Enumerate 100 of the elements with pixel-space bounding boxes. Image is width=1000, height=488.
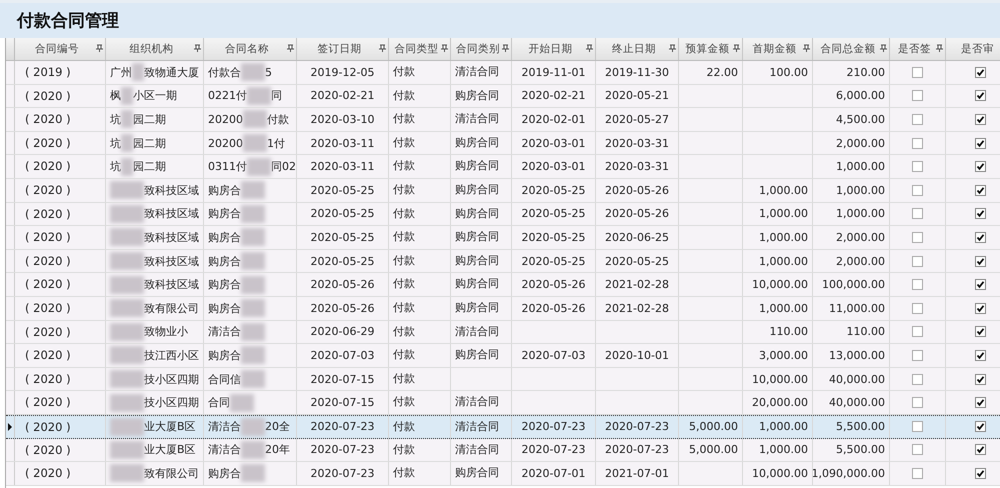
- checkbox[interactable]: [912, 161, 923, 172]
- pin-icon[interactable]: [669, 44, 676, 52]
- table-cell: 2020-07-03: [297, 344, 389, 367]
- table-row[interactable]: ( 2020 ) 枫 小区一期 0221付 同 2020-02-21 付款 购房合同 2020-02-21 2020-05-21 6,000.00: [6, 84, 1000, 108]
- checkbox[interactable]: [912, 256, 923, 267]
- checkbox[interactable]: [975, 444, 986, 456]
- column-header[interactable]: 合同总金额: [813, 38, 890, 60]
- table-row[interactable]: ( 2020 ) 致科技区域 购房合 2020-05-25 付款 购房合同 2020-05-25 2020-06-25 1,000.00 2,000.00: [6, 226, 1000, 250]
- table-row[interactable]: ( 2020 ) 致科技区域 购房合 2020-05-25 付款 购房合同 2020-05-25 2020-05-26 1,000.00 1,000.00: [6, 178, 1000, 203]
- table-cell: 5,500.00: [813, 438, 890, 462]
- column-header[interactable]: 是否审: [946, 38, 1000, 60]
- blurred-text: [247, 86, 271, 105]
- column-header[interactable]: 预算金额: [679, 38, 743, 60]
- checkbox[interactable]: [912, 279, 923, 290]
- table-cell: 2020-05-26: [596, 202, 679, 226]
- table-row[interactable]: ( 2020 ) 坑 园二期 20200 付款 2020-03-10 付款 清洁合同 2020-02-01 2020-05-27 4,500.00: [6, 108, 1000, 132]
- table-row[interactable]: ( 2020 ) 致有限公司 购房合 2020-05-26 付款 购房合同 2020-05-26 2021-02-28 1,000.00 11,000.00: [6, 296, 1000, 321]
- checkbox[interactable]: [912, 350, 923, 361]
- checkbox[interactable]: [912, 326, 923, 338]
- column-header[interactable]: 签订日期: [297, 38, 389, 60]
- table-row[interactable]: ( 2020 ) 技江西小区 购房合 2020-07-03 付款 购房合同 2020-07-03 2020-10-01 3,000.00 13,000.00: [6, 344, 1000, 368]
- checkbox[interactable]: [975, 374, 986, 385]
- checkbox[interactable]: [975, 161, 986, 172]
- blurred-text: [121, 158, 133, 176]
- table-cell: 2020-07-15: [297, 391, 389, 414]
- table-cell: 购房合同: [451, 202, 512, 226]
- table-cell: 购房合同: [451, 155, 512, 178]
- checkbox[interactable]: [912, 302, 923, 314]
- checkbox[interactable]: [912, 184, 923, 196]
- checkbox[interactable]: [912, 66, 923, 78]
- checkbox[interactable]: [912, 232, 923, 243]
- table-row[interactable]: ( 2020 ) 坑 园二期 0311付 同02 2020-03-11 付款 购房合同 2020-03-01 2020-03-31 1,000.00: [6, 155, 1000, 179]
- table-cell: ( 2020 ): [15, 416, 106, 438]
- pin-icon[interactable]: [586, 44, 593, 52]
- checkbox[interactable]: [912, 421, 923, 432]
- checkbox[interactable]: [912, 114, 923, 125]
- column-header[interactable]: 合同编号: [15, 38, 106, 60]
- checkbox[interactable]: [975, 232, 986, 243]
- checkbox[interactable]: [975, 468, 986, 479]
- checkbox[interactable]: [975, 256, 986, 267]
- checkbox[interactable]: [912, 444, 923, 456]
- checkbox[interactable]: [975, 397, 986, 408]
- pin-icon[interactable]: [502, 44, 509, 52]
- checkbox[interactable]: [912, 374, 923, 385]
- pin-icon[interactable]: [880, 44, 887, 52]
- pin-icon[interactable]: [287, 44, 294, 52]
- pin-icon[interactable]: [379, 44, 386, 52]
- table-cell: 2020-05-25: [512, 250, 596, 272]
- table-cell: 210.00: [813, 61, 890, 84]
- checkbox[interactable]: [912, 468, 923, 479]
- column-header[interactable]: 合同名称: [204, 38, 297, 60]
- table-row[interactable]: ( 2020 ) 技小区四期 合同 2020-07-15 付款 清洁合同 20,000.00 40,000.00: [6, 391, 1000, 415]
- pin-icon[interactable]: [936, 44, 943, 52]
- checkbox[interactable]: [975, 208, 986, 220]
- table-row[interactable]: ( 2020 ) 致有限公司 购房合 2020-07-23 付款 购房合同 2020-07-01 2021-07-01 10,000.00 1,090,000.00: [6, 462, 1000, 486]
- checkbox[interactable]: [975, 302, 986, 314]
- blurred-text: [110, 418, 144, 436]
- checkbox[interactable]: [975, 326, 986, 338]
- table-cell: 2020-05-25: [512, 178, 596, 202]
- table-cell: 购房合同: [451, 250, 512, 272]
- table-cell: 购房合同: [451, 462, 512, 485]
- table-row[interactable]: ( 2020 ) 业大厦B区 清洁合 20年 2020-07-23 付款 清洁合同 2020-07-23 2020-07-23 5,000.00 1,000.00 5,500.00: [6, 438, 1000, 462]
- table-row[interactable]: ( 2020 ) 技小区四期 合同信 2020-07-15 付款 10,000.00 40,000.00: [6, 368, 1000, 392]
- table-row[interactable]: ( 2020 ) 业大厦B区 清洁合 20全 2020-07-23 付款 清洁合同 2020-07-23 2020-07-23 5,000.00 1,000.00 5,500.00: [6, 414, 1000, 438]
- checkbox[interactable]: [912, 397, 923, 408]
- checkbox[interactable]: [975, 90, 986, 102]
- checkbox[interactable]: [975, 279, 986, 290]
- column-header[interactable]: 开始日期: [512, 38, 596, 60]
- checkbox[interactable]: [912, 90, 923, 102]
- pin-icon[interactable]: [441, 44, 448, 52]
- table-row[interactable]: ( 2020 ) 致科技区域 购房合 2020-05-25 付款 购房合同 2020-05-25 2020-05-26 1,000.00 1,000.00: [6, 202, 1000, 226]
- checkbox[interactable]: [975, 421, 986, 432]
- checkbox[interactable]: [975, 138, 986, 149]
- column-header[interactable]: 终止日期: [596, 38, 679, 60]
- pin-icon[interactable]: [96, 44, 103, 52]
- column-header[interactable]: 合同类型: [389, 38, 451, 60]
- table-row[interactable]: ( 2020 ) 致物业小 清洁合 2020-06-29 付款 清洁合同 110.00 110.00: [6, 320, 1000, 344]
- checkbox[interactable]: [975, 350, 986, 361]
- pin-icon[interactable]: [803, 44, 810, 52]
- checkbox[interactable]: [912, 208, 923, 220]
- column-header[interactable]: 首期金额: [743, 38, 813, 60]
- column-header[interactable]: 组织机构: [106, 38, 204, 60]
- checkbox[interactable]: [975, 184, 986, 196]
- table-row[interactable]: ( 2019 ) 广州 致物通大厦 付款合 5 2019-12-05 付款 清洁合同 2019-11-01 2019-11-30 22.00 100.00 210.00: [6, 61, 1000, 85]
- table-row[interactable]: ( 2020 ) 坑 园二期 20200 1付 2020-03-11 付款 购房合同 2020-03-01 2020-03-31 2,000.00: [6, 132, 1000, 156]
- column-header[interactable]: 合同类别: [451, 38, 512, 60]
- pin-icon[interactable]: [733, 44, 740, 52]
- pin-icon[interactable]: [194, 44, 201, 52]
- checkbox[interactable]: [912, 138, 923, 149]
- column-header[interactable]: 是否签: [890, 38, 946, 60]
- table-row[interactable]: ( 2020 ) 致科技区域 购房合 2020-05-25 付款 购房合同 2020-05-25 2020-05-25 1,000.00 2,000.00: [6, 250, 1000, 274]
- table-cell: 2020-05-21: [596, 84, 679, 108]
- cell-text: 业大厦B区: [144, 419, 196, 434]
- table-cell: 购房合同: [451, 84, 512, 108]
- table-cell: 1,000.00: [743, 296, 813, 320]
- table-row[interactable]: ( 2020 ) 致科技区域 购房合 2020-05-26 付款 购房合同 2020-05-26 2021-02-28 10,000.00 100,000.00: [6, 273, 1000, 297]
- checkbox[interactable]: [975, 114, 986, 125]
- blurred-text: [243, 134, 267, 152]
- blurred-text: [121, 110, 133, 128]
- checkbox[interactable]: [975, 66, 986, 78]
